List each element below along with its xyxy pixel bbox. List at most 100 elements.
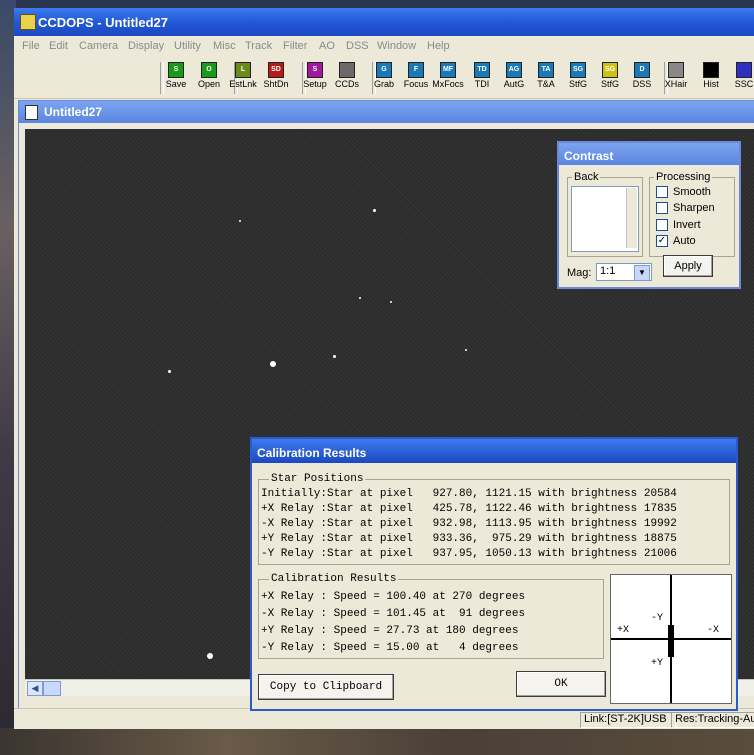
mag-select[interactable]: 1:1 ▼: [596, 263, 652, 281]
smooth-label: Smooth: [673, 186, 711, 198]
result-row: +X Relay : Speed = 100.40 at 270 degrees: [261, 591, 526, 603]
star-position-row: Initially:Star at pixel 927.80, 1121.15 …: [261, 488, 677, 500]
back-slider[interactable]: [571, 186, 639, 252]
menu-misc[interactable]: Misc: [213, 40, 236, 52]
back-scrollbar[interactable]: [626, 188, 637, 248]
toolbar-label: TDI: [474, 79, 490, 89]
estlnk-button[interactable]: L EstLnk: [227, 62, 259, 89]
menu-display[interactable]: Display: [128, 40, 164, 52]
image-window-title: Untitled27: [44, 105, 103, 119]
focus-icon: F: [408, 62, 424, 78]
back-label: Back: [572, 171, 601, 183]
ccds-icon: [339, 62, 355, 78]
scroll-thumb[interactable]: [43, 681, 61, 696]
result-row: -Y Relay : Speed = 15.00 at 4 degrees: [261, 642, 519, 654]
apply-button[interactable]: Apply: [663, 255, 713, 277]
image-window-titlebar[interactable]: Untitled27: [19, 101, 754, 123]
xhair-button[interactable]: XHair: [660, 62, 692, 89]
toolbar-label: Open: [197, 79, 221, 89]
stfg-button[interactable]: SG StfG: [594, 62, 626, 89]
menu-filter[interactable]: Filter: [283, 40, 307, 52]
star-positions-group: Star Positions Initially:Star at pixel 9…: [258, 473, 730, 565]
menu-track[interactable]: Track: [245, 40, 272, 52]
setup-icon: S: [307, 62, 323, 78]
invert-checkbox[interactable]: Invert: [656, 219, 701, 232]
star: [359, 297, 361, 299]
back-group: Back: [567, 171, 643, 257]
mxfocs-button[interactable]: MF MxFocs: [432, 62, 464, 89]
smooth-checkbox[interactable]: Smooth: [656, 186, 711, 199]
toolbar-label: Save: [165, 79, 187, 89]
grab-icon: G: [376, 62, 392, 78]
stfg-button[interactable]: SG StfG: [562, 62, 594, 89]
sharpen-label: Sharpen: [673, 202, 715, 214]
toolbar-label: Grab: [373, 79, 394, 89]
star: [390, 301, 392, 303]
checkbox-box: [656, 202, 668, 215]
calibration-dialog: Calibration Results Star Positions Initi…: [250, 437, 738, 711]
menu-utility[interactable]: Utility: [174, 40, 201, 52]
star: [465, 349, 467, 351]
t-a-button[interactable]: TA T&A: [530, 62, 562, 89]
menu-ao[interactable]: AO: [319, 40, 335, 52]
dss-button[interactable]: D DSS: [626, 62, 658, 89]
chevron-down-icon[interactable]: ▼: [634, 265, 650, 281]
open-icon: O: [201, 62, 217, 78]
shtdn-button[interactable]: SD ShtDn: [260, 62, 292, 89]
toolbar-label: Hist: [703, 79, 719, 89]
hist-button[interactable]: Hist: [695, 62, 727, 89]
toolbar-label: StfG: [568, 79, 587, 89]
focus-button[interactable]: F Focus: [400, 62, 432, 89]
toolbar-label: Setup: [303, 79, 327, 89]
color-icon: [736, 62, 752, 78]
star: [168, 370, 171, 373]
save-button[interactable]: S Save: [160, 62, 192, 89]
grab-button[interactable]: G Grab: [368, 62, 400, 89]
status-resolution: Res:Tracking-Au: [671, 712, 754, 728]
tdi-icon: TD: [474, 62, 490, 78]
menu-help[interactable]: Help: [427, 40, 450, 52]
menu-dss[interactable]: DSS: [346, 40, 369, 52]
ccds-button[interactable]: CCDs: [331, 62, 363, 89]
checkbox-box: [656, 186, 668, 199]
result-row: +Y Relay : Speed = 27.73 at 180 degrees: [261, 625, 519, 637]
scroll-left-icon[interactable]: ◀: [27, 681, 43, 696]
open-button[interactable]: O Open: [193, 62, 225, 89]
plot-label-plus-y: +Y: [651, 658, 664, 669]
toolbar-label: SSC: [734, 79, 754, 89]
menu-window[interactable]: Window: [377, 40, 416, 52]
menu-camera[interactable]: Camera: [79, 40, 118, 52]
result-row: -X Relay : Speed = 101.45 at 91 degrees: [261, 608, 526, 620]
contrast-title[interactable]: Contrast: [559, 143, 739, 165]
processing-group: Processing Smooth Sharpen Invert ✓ Auto: [649, 171, 735, 257]
toolbar-label: Focus: [403, 79, 429, 89]
tdi-button[interactable]: TD TDI: [466, 62, 498, 89]
toolbar-label: T&A: [537, 79, 555, 89]
copy-to-clipboard-button[interactable]: Copy to Clipboard: [258, 674, 394, 700]
sharpen-checkbox[interactable]: Sharpen: [656, 202, 715, 215]
setup-button[interactable]: S Setup: [299, 62, 331, 89]
y-vector-bar: [668, 625, 674, 657]
menu-edit[interactable]: Edit: [49, 40, 68, 52]
auto-label: Auto: [673, 235, 696, 247]
desktop-background-bottom: [0, 728, 754, 755]
max-focus-icon: MF: [440, 62, 456, 78]
self-guide-icon: SG: [570, 62, 586, 78]
menu-file[interactable]: File: [22, 40, 40, 52]
calibration-title[interactable]: Calibration Results: [252, 439, 736, 463]
calibration-results-group: Calibration Results +X Relay : Speed = 1…: [258, 573, 604, 659]
app-titlebar[interactable]: CCDOPS - Untitled27: [14, 8, 754, 36]
star-position-row: +X Relay :Star at pixel 425.78, 1122.46 …: [261, 503, 677, 515]
mag-label: Mag:: [567, 267, 592, 279]
toolbar-label: DSS: [632, 79, 652, 89]
ok-button[interactable]: OK: [516, 671, 606, 697]
star: [207, 653, 213, 659]
toolbar-label: ShtDn: [263, 79, 289, 89]
track-accumulate-icon: TA: [538, 62, 554, 78]
toolbar-label: EstLnk: [229, 79, 257, 89]
auto-checkbox[interactable]: ✓ Auto: [656, 235, 696, 248]
document-icon: [25, 105, 38, 120]
ssc-button[interactable]: SSC: [728, 62, 754, 89]
autg-button[interactable]: AG AutG: [498, 62, 530, 89]
processing-label: Processing: [654, 171, 713, 183]
